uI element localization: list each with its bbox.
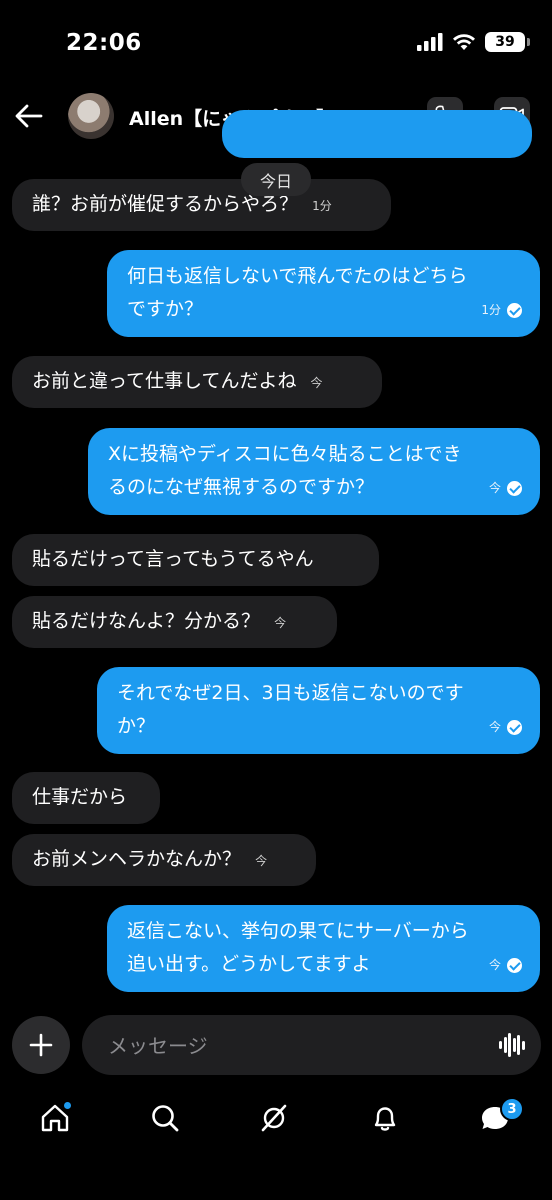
- message-text-line: 追い出す。どうかしてますよ: [127, 953, 371, 975]
- message-status: 今: [489, 949, 522, 982]
- message-text: 仕事だから: [32, 786, 128, 808]
- message-bubble-incoming[interactable]: 貼るだけなんよ？分かる？ 今: [12, 596, 337, 648]
- message-text: 貼るだけって言ってもうてるやん: [32, 548, 314, 570]
- message-text-line: ですか？: [127, 298, 204, 320]
- message-time: 今: [274, 616, 287, 630]
- message-text: 誰？お前が催促するからやろ？: [32, 193, 299, 215]
- message-time: 今: [488, 481, 501, 495]
- read-check-icon: [507, 720, 522, 735]
- message-text: お前メンヘラかなんか？: [32, 848, 242, 870]
- grok-tab[interactable]: [256, 1100, 292, 1136]
- battery-level: 39: [485, 32, 525, 52]
- message-bubble-outgoing-partial[interactable]: [222, 110, 532, 158]
- message-bubble-incoming[interactable]: お前と違って仕事してんだよね 今: [12, 356, 382, 408]
- message-status: 今: [489, 711, 522, 744]
- message-bubble-incoming[interactable]: 貼るだけって言ってもうてるやん: [12, 534, 379, 586]
- message-text-line: Xに投稿やディスコに色々貼ることはでき: [108, 443, 462, 465]
- message-time: 今: [488, 720, 501, 734]
- message-text: お前と違って仕事してんだよね: [32, 370, 297, 392]
- notifications-tab[interactable]: [367, 1100, 403, 1136]
- message-time: 1分: [312, 199, 332, 213]
- message-bubble-incoming[interactable]: お前メンヘラかなんか？ 今: [12, 834, 316, 886]
- plus-icon: [29, 1033, 53, 1057]
- back-arrow-icon[interactable]: [14, 102, 44, 130]
- grok-icon: [261, 1104, 287, 1132]
- cellular-signal-icon: [417, 33, 443, 51]
- message-status: 今: [489, 472, 522, 505]
- message-bubble-incoming[interactable]: 仕事だから: [12, 772, 160, 824]
- status-indicators: 39: [417, 32, 530, 52]
- message-text-line: 返信こない、挙句の果てにサーバーから: [127, 920, 469, 942]
- read-check-icon: [507, 958, 522, 973]
- battery-icon: 39: [485, 32, 530, 52]
- voice-message-icon[interactable]: [499, 1032, 525, 1058]
- contact-avatar[interactable]: [68, 93, 114, 139]
- date-separator: 今日: [241, 163, 311, 196]
- message-bubble-incoming[interactable]: 誰？お前が催促するからやろ？ 1分: [12, 179, 391, 231]
- search-tab[interactable]: [147, 1100, 183, 1136]
- message-composer: [82, 1015, 541, 1075]
- message-text-line: 何日も返信しないで飛んでたのはどちら: [127, 265, 468, 287]
- message-bubble-outgoing[interactable]: Xに投稿やディスコに色々貼ることはでき るのになぜ無視するのですか？ 今: [88, 428, 540, 515]
- message-time: 今: [255, 854, 268, 868]
- read-check-icon: [507, 303, 522, 318]
- messages-badge: 3: [500, 1097, 524, 1121]
- search-icon: [152, 1105, 179, 1132]
- message-text-line: るのになぜ無視するのですか？: [108, 476, 375, 498]
- message-status: 1分: [481, 294, 522, 327]
- message-time: 1分: [481, 303, 501, 317]
- message-time: 今: [488, 958, 501, 972]
- message-time: 今: [310, 376, 323, 390]
- add-attachment-button[interactable]: [12, 1016, 70, 1074]
- status-time: 22:06: [66, 30, 142, 56]
- message-input[interactable]: [106, 1030, 490, 1062]
- message-text: 貼るだけなんよ？分かる？: [32, 610, 261, 632]
- read-check-icon: [507, 481, 522, 496]
- message-bubble-outgoing[interactable]: 何日も返信しないで飛んでたのはどちら ですか？ 1分: [107, 250, 540, 337]
- message-bubble-outgoing[interactable]: それでなぜ2日、3日も返信こないのです か？ 今: [97, 667, 540, 754]
- message-text-line: それでなぜ2日、3日も返信こないのです: [117, 682, 464, 704]
- message-text-line: か？: [117, 715, 156, 737]
- bell-icon: [374, 1107, 396, 1131]
- message-bubble-outgoing[interactable]: 返信こない、挙句の果てにサーバーから 追い出す。どうかしてますよ 今: [107, 905, 540, 992]
- home-notification-dot: [64, 1102, 71, 1109]
- wifi-icon: [453, 34, 475, 50]
